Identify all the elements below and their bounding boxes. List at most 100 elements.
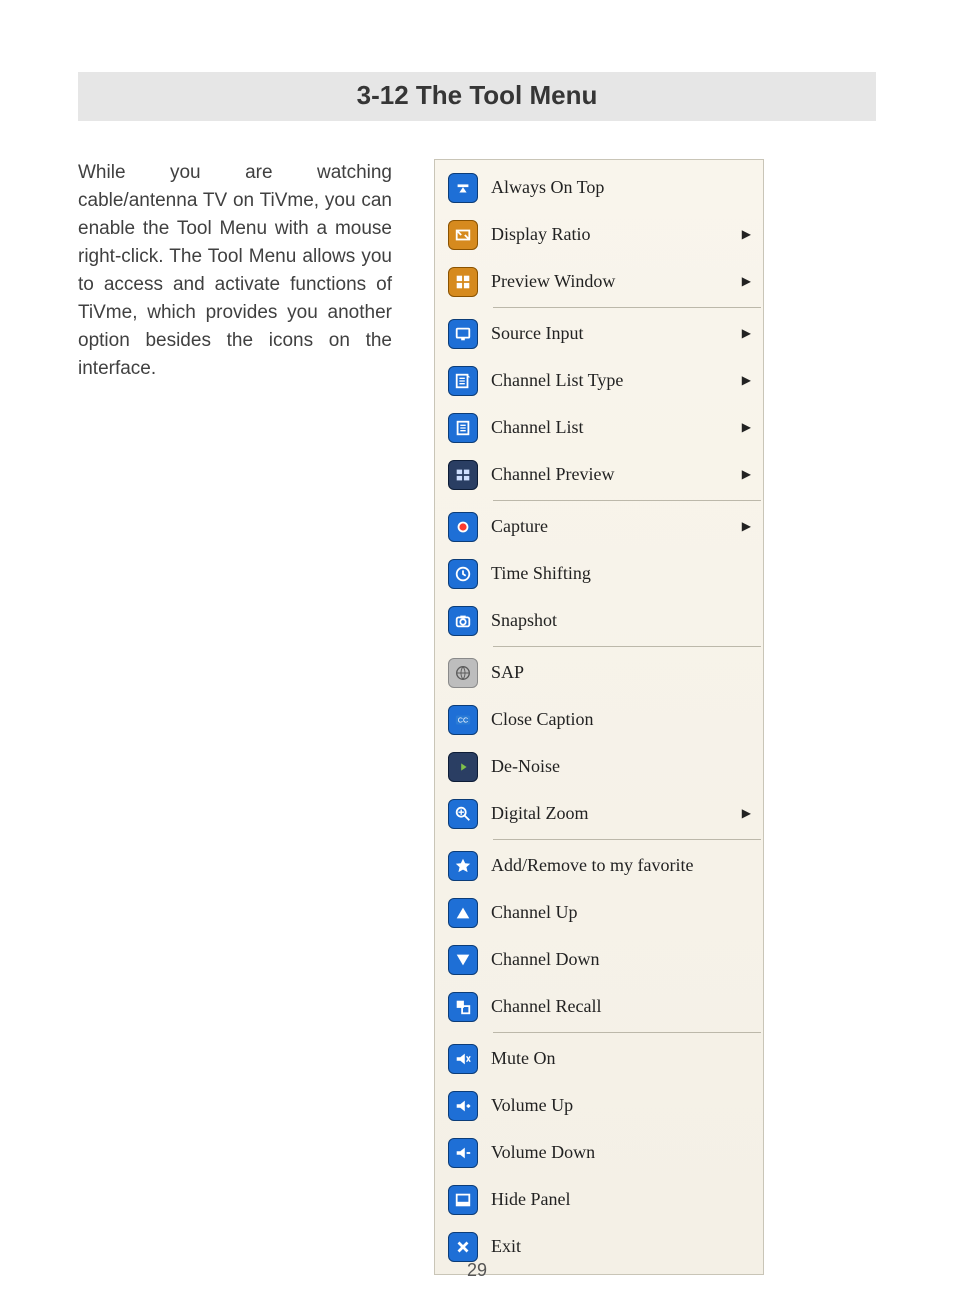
record-icon [448, 512, 478, 542]
triangle-up-icon [448, 898, 478, 928]
panel-icon [448, 1185, 478, 1215]
tool-menu[interactable]: Always On TopDisplay Ratio▶Preview Windo… [434, 159, 764, 1275]
menu-item-de-noise[interactable]: De-Noise [437, 743, 761, 790]
menu-item-label: Snapshot [489, 610, 751, 631]
icon-cell [437, 752, 489, 782]
menu-item-label: Volume Up [489, 1095, 751, 1116]
icon-cell [437, 992, 489, 1022]
menu-item-preview-window[interactable]: Preview Window▶ [437, 258, 761, 305]
menu-item-time-shifting[interactable]: Time Shifting [437, 550, 761, 597]
menu-separator [493, 1032, 761, 1033]
menu-item-channel-list[interactable]: Channel List▶ [437, 404, 761, 451]
menu-item-label: Channel Up [489, 902, 751, 923]
menu-item-label: Time Shifting [489, 563, 751, 584]
menu-item-label: Channel List Type [489, 370, 737, 391]
preview-grid-icon [448, 460, 478, 490]
menu-item-label: Display Ratio [489, 224, 737, 245]
menu-item-channel-list-type[interactable]: Channel List Type▶ [437, 357, 761, 404]
icon-cell [437, 658, 489, 688]
menu-item-channel-down[interactable]: Channel Down [437, 936, 761, 983]
icon-cell [437, 945, 489, 975]
pin-down-icon [448, 173, 478, 203]
menu-item-volume-up[interactable]: Volume Up [437, 1082, 761, 1129]
star-icon [448, 851, 478, 881]
section-title: 3-12 The Tool Menu [78, 72, 876, 121]
menu-item-label: Mute On [489, 1048, 751, 1069]
menu-item-label: Add/Remove to my favorite [489, 855, 751, 876]
icon-cell [437, 559, 489, 589]
clock-icon [448, 559, 478, 589]
menu-item-source-input[interactable]: Source Input▶ [437, 310, 761, 357]
menu-item-snapshot[interactable]: Snapshot [437, 597, 761, 644]
icon-cell [437, 851, 489, 881]
menu-item-hide-panel[interactable]: Hide Panel [437, 1176, 761, 1223]
menu-item-add-remove-favorite[interactable]: Add/Remove to my favorite [437, 842, 761, 889]
menu-item-label: Close Caption [489, 709, 751, 730]
page: 3-12 The Tool Menu While you are watchin… [0, 0, 954, 1307]
denoise-icon [448, 752, 478, 782]
content-row: While you are watching cable/antenna TV … [78, 159, 876, 1275]
icon-cell [437, 366, 489, 396]
menu-item-sap[interactable]: SAP [437, 649, 761, 696]
icon-cell [437, 1185, 489, 1215]
menu-item-label: Hide Panel [489, 1189, 751, 1210]
submenu-arrow-icon: ▶ [737, 420, 751, 435]
icon-cell [437, 606, 489, 636]
icon-cell [437, 413, 489, 443]
close-icon [448, 1232, 478, 1262]
icon-cell [437, 220, 489, 250]
icon-cell [437, 1138, 489, 1168]
submenu-arrow-icon: ▶ [737, 274, 751, 289]
ratio-icon [448, 220, 478, 250]
menu-item-label: Channel List [489, 417, 737, 438]
menu-item-label: Always On Top [489, 177, 751, 198]
menu-item-digital-zoom[interactable]: Digital Zoom▶ [437, 790, 761, 837]
submenu-arrow-icon: ▶ [737, 373, 751, 388]
menu-item-volume-down[interactable]: Volume Down [437, 1129, 761, 1176]
menu-item-close-caption[interactable]: CC Close Caption [437, 696, 761, 743]
menu-item-always-on-top[interactable]: Always On Top [437, 164, 761, 211]
icon-cell [437, 512, 489, 542]
menu-item-capture[interactable]: Capture▶ [437, 503, 761, 550]
grid-icon [448, 267, 478, 297]
menu-item-label: Capture [489, 516, 737, 537]
cc-icon: CC [448, 705, 478, 735]
menu-item-label: Volume Down [489, 1142, 751, 1163]
menu-item-label: Digital Zoom [489, 803, 737, 824]
icon-cell [437, 460, 489, 490]
icon-cell [437, 1044, 489, 1074]
page-number: 29 [0, 1260, 954, 1281]
menu-item-mute-on[interactable]: Mute On [437, 1035, 761, 1082]
mute-icon [448, 1044, 478, 1074]
menu-item-label: De-Noise [489, 756, 751, 777]
list-type-icon [448, 366, 478, 396]
menu-separator [493, 500, 761, 501]
menu-item-display-ratio[interactable]: Display Ratio▶ [437, 211, 761, 258]
menu-separator [493, 839, 761, 840]
menu-item-channel-recall[interactable]: Channel Recall [437, 983, 761, 1030]
menu-item-channel-preview[interactable]: Channel Preview▶ [437, 451, 761, 498]
submenu-arrow-icon: ▶ [737, 519, 751, 534]
camera-icon [448, 606, 478, 636]
volume-down-icon [448, 1138, 478, 1168]
menu-item-label: Channel Preview [489, 464, 737, 485]
menu-item-channel-up[interactable]: Channel Up [437, 889, 761, 936]
recall-icon [448, 992, 478, 1022]
icon-cell [437, 319, 489, 349]
globe-icon [448, 658, 478, 688]
menu-item-label: Channel Down [489, 949, 751, 970]
menu-item-label: Channel Recall [489, 996, 751, 1017]
monitor-icon [448, 319, 478, 349]
icon-cell [437, 799, 489, 829]
triangle-down-icon [448, 945, 478, 975]
icon-cell [437, 173, 489, 203]
menu-item-label: SAP [489, 662, 751, 683]
submenu-arrow-icon: ▶ [737, 467, 751, 482]
volume-up-icon [448, 1091, 478, 1121]
submenu-arrow-icon: ▶ [737, 227, 751, 242]
menu-item-label: Exit [489, 1236, 751, 1257]
list-icon [448, 413, 478, 443]
icon-cell: CC [437, 705, 489, 735]
icon-cell [437, 1091, 489, 1121]
submenu-arrow-icon: ▶ [737, 326, 751, 341]
